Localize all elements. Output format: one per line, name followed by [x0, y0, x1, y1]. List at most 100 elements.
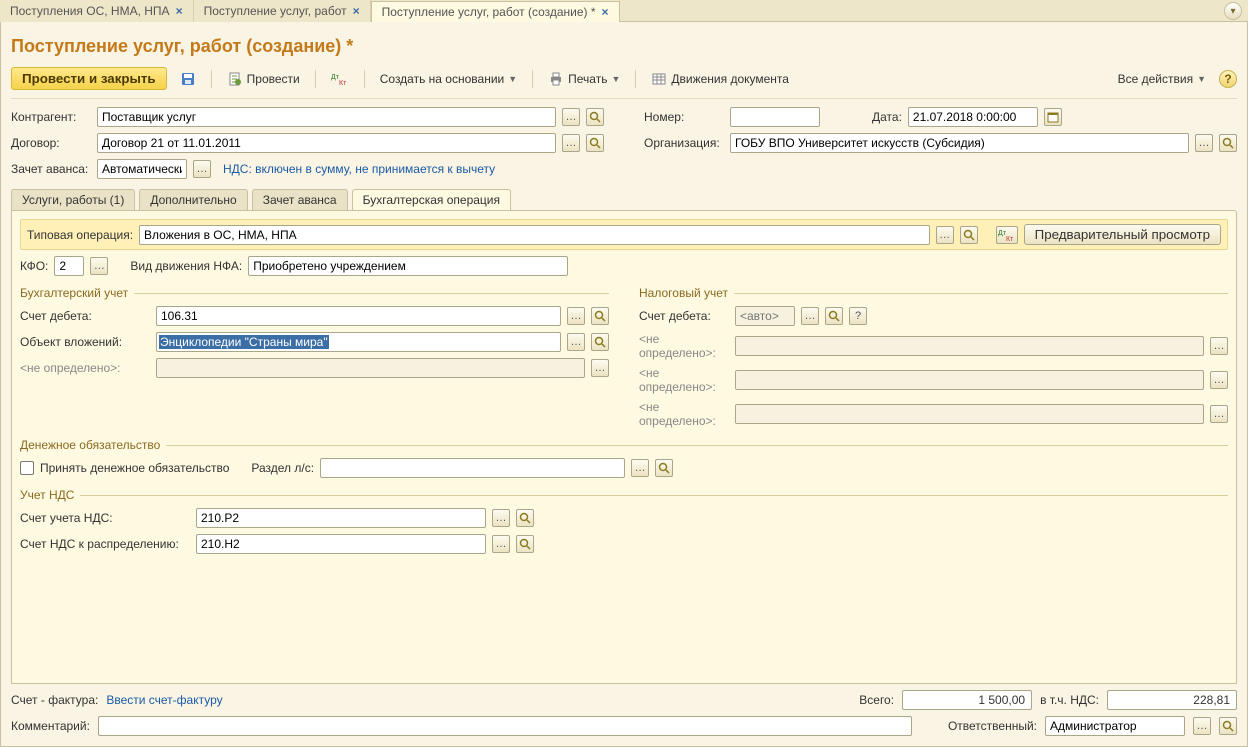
footer-totals: Счет - фактура: Ввести счет-фактуру Всег… — [11, 684, 1237, 716]
number-input[interactable] — [730, 107, 820, 127]
nu-undef1-input[interactable] — [735, 336, 1204, 356]
kfo-input[interactable] — [54, 256, 84, 276]
search-button[interactable] — [516, 535, 534, 553]
org-label: Организация: — [644, 136, 724, 150]
section-label: Раздел л/с: — [251, 461, 314, 475]
bu-undef1-input[interactable] — [156, 358, 585, 378]
close-icon[interactable]: × — [602, 5, 609, 19]
ellipsis-button[interactable]: … — [1193, 717, 1211, 735]
bu-undef1-label: <не определено>: — [20, 361, 150, 375]
vat-acct-input[interactable] — [196, 508, 486, 528]
comment-input[interactable] — [98, 716, 912, 736]
nu-undef3-input[interactable] — [735, 404, 1204, 424]
search-button[interactable] — [516, 509, 534, 527]
post-document-icon — [227, 71, 243, 87]
nu-debit-label: Счет дебета: — [639, 309, 729, 323]
enter-invoice-link[interactable]: Ввести счет-фактуру — [106, 693, 222, 707]
bu-debit-label: Счет дебета: — [20, 309, 150, 323]
tab-advance[interactable]: Зачет аванса — [252, 189, 348, 210]
nu-undef2-input[interactable] — [735, 370, 1204, 390]
ellipsis-button[interactable]: … — [492, 509, 510, 527]
dtkt-button[interactable]: ДтКт — [324, 69, 356, 89]
magnifier-icon — [519, 538, 531, 550]
ellipsis-button[interactable]: … — [90, 257, 108, 275]
help-button[interactable]: ? — [1219, 70, 1237, 88]
ellipsis-button[interactable]: … — [567, 307, 585, 325]
search-button[interactable] — [591, 307, 609, 325]
toolbar: Провести и закрыть Провести ДтКт Создать… — [11, 67, 1237, 99]
ellipsis-button[interactable]: … — [492, 535, 510, 553]
bu-debit-input[interactable] — [156, 306, 561, 326]
accept-money-checkbox[interactable] — [20, 461, 34, 475]
vat-incl-value: 228,81 — [1107, 690, 1237, 710]
dtkt-icon: ДтКт — [998, 228, 1016, 242]
create-based-button[interactable]: Создать на основании ▼ — [373, 69, 524, 89]
contract-input[interactable] — [97, 133, 556, 153]
movements-button[interactable]: Движения документа — [644, 68, 796, 90]
nu-debit-input[interactable] — [735, 306, 795, 326]
ellipsis-button[interactable]: … — [591, 359, 609, 377]
all-actions-button[interactable]: Все действия ▼ — [1111, 69, 1213, 89]
app-tab-1[interactable]: Поступление услуг, работ × — [194, 0, 371, 22]
inner-tabs: Услуги, работы (1) Дополнительно Зачет а… — [11, 189, 1237, 210]
calendar-button[interactable] — [1044, 108, 1062, 126]
preview-button[interactable]: Предварительный просмотр — [1024, 224, 1221, 245]
help-field-button[interactable]: ? — [849, 307, 867, 325]
typ-op-input[interactable] — [139, 225, 930, 245]
caret-down-icon: ▼ — [508, 74, 517, 84]
dtkt-icon: ДтКт — [331, 72, 349, 86]
caret-down-icon: ▼ — [611, 74, 620, 84]
ellipsis-button[interactable]: … — [193, 160, 211, 178]
magnifier-icon — [658, 462, 670, 474]
search-button[interactable] — [1219, 134, 1237, 152]
magnifier-icon — [589, 137, 601, 149]
obj-input[interactable]: Энциклопедии "Страны мира" — [156, 332, 561, 352]
table-icon — [651, 71, 667, 87]
dtkt-preview-icon-button[interactable]: ДтКт — [996, 226, 1018, 244]
app-tab-0[interactable]: Поступления ОС, НМА, НПА × — [0, 0, 194, 22]
kfo-label: КФО: — [20, 259, 48, 273]
save-button[interactable] — [173, 68, 203, 90]
search-button[interactable] — [591, 333, 609, 351]
tab-accounting-op[interactable]: Бухгалтерская операция — [352, 189, 511, 210]
vat-dist-input[interactable] — [196, 534, 486, 554]
ellipsis-button[interactable]: … — [562, 134, 580, 152]
collapse-tabs-button[interactable]: ▾ — [1224, 2, 1242, 20]
nu-undef1-label: <не определено>: — [639, 332, 729, 360]
search-button[interactable] — [960, 226, 978, 244]
ellipsis-button[interactable]: … — [1210, 371, 1228, 389]
tab-additional[interactable]: Дополнительно — [139, 189, 247, 210]
post-button[interactable]: Провести — [220, 68, 307, 90]
date-label: Дата: — [872, 110, 902, 124]
responsible-input[interactable] — [1045, 716, 1185, 736]
ellipsis-button[interactable]: … — [1210, 337, 1228, 355]
app-tab-0-label: Поступления ОС, НМА, НПА — [10, 4, 170, 18]
vat-note-link[interactable]: НДС: включен в сумму, не принимается к в… — [223, 162, 495, 176]
calendar-icon — [1047, 111, 1059, 123]
close-icon[interactable]: × — [353, 4, 360, 18]
search-button[interactable] — [586, 134, 604, 152]
search-button[interactable] — [825, 307, 843, 325]
print-button[interactable]: Печать ▼ — [541, 68, 627, 90]
ellipsis-button[interactable]: … — [1195, 134, 1213, 152]
section-input[interactable] — [320, 458, 625, 478]
ellipsis-button[interactable]: … — [562, 108, 580, 126]
advance-input[interactable] — [97, 159, 187, 179]
app-tab-2[interactable]: Поступление услуг, работ (создание) * × — [371, 1, 620, 23]
magnifier-icon — [828, 310, 840, 322]
org-input[interactable] — [730, 133, 1189, 153]
nfa-input[interactable] — [248, 256, 568, 276]
tab-services[interactable]: Услуги, работы (1) — [11, 189, 135, 210]
ellipsis-button[interactable]: … — [567, 333, 585, 351]
ellipsis-button[interactable]: … — [631, 459, 649, 477]
ellipsis-button[interactable]: … — [1210, 405, 1228, 423]
search-button[interactable] — [586, 108, 604, 126]
ellipsis-button[interactable]: … — [936, 226, 954, 244]
search-button[interactable] — [655, 459, 673, 477]
close-icon[interactable]: × — [176, 4, 183, 18]
search-button[interactable] — [1219, 717, 1237, 735]
date-input[interactable] — [908, 107, 1038, 127]
ellipsis-button[interactable]: … — [801, 307, 819, 325]
post-and-close-button[interactable]: Провести и закрыть — [11, 67, 167, 90]
counterparty-input[interactable] — [97, 107, 556, 127]
